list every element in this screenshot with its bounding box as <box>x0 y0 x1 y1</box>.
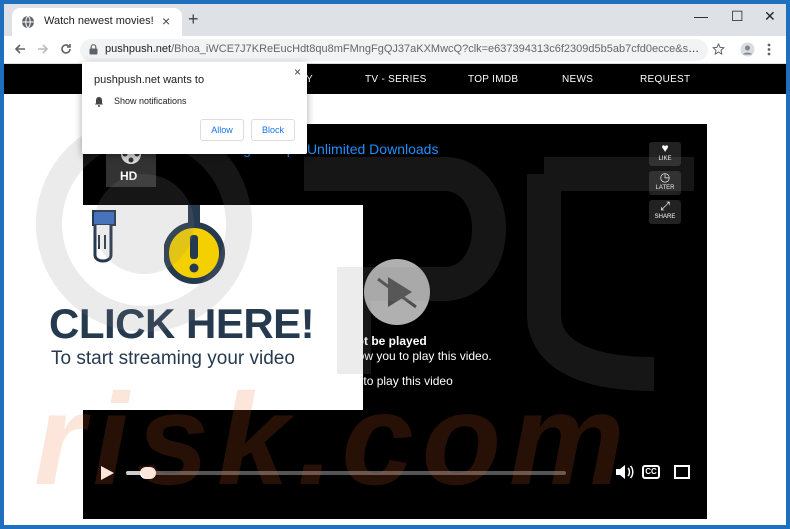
later-label: LATER <box>655 185 675 191</box>
menu-dots-icon[interactable] <box>767 43 771 56</box>
nav-item-top-imdb[interactable]: TOP IMDB <box>468 74 518 85</box>
maximize-icon[interactable]: ☐ <box>731 8 744 25</box>
tab-strip: Watch newest movies! × + — ☐ ✕ <box>4 4 786 36</box>
minimize-icon[interactable]: — <box>694 8 708 24</box>
like-button[interactable]: ♥ LIKE <box>649 142 681 166</box>
heart-icon: ♥ <box>661 141 669 155</box>
browser-toolbar: pushpush.net/Bhoa_iWCE7J7KReEucHdt8qu8mF… <box>4 36 786 64</box>
notification-permission-popup: pushpush.net wants to × Show notificatio… <box>82 62 307 154</box>
play-disabled-icon <box>377 277 417 309</box>
click-here-subline[interactable]: To start streaming your video <box>51 348 295 370</box>
upward-arrow-icon <box>164 205 225 284</box>
forward-arrow-icon[interactable] <box>37 43 49 55</box>
address-bar[interactable]: pushpush.net/Bhoa_iWCE7J7KReEucHdt8qu8mF… <box>80 39 708 61</box>
block-button[interactable]: Block <box>251 119 295 141</box>
new-tab-icon[interactable]: + <box>188 9 199 30</box>
browser-window: Watch newest movies! × + — ☐ ✕ pushpush.… <box>4 4 786 525</box>
nav-item-tv-series[interactable]: TV - SERIES <box>365 74 427 85</box>
share-button[interactable]: ⤢ SHARE <box>649 200 681 224</box>
share-icon: ⤢ <box>660 199 670 213</box>
hd-label: HD <box>120 169 138 183</box>
volume-icon[interactable] <box>615 464 635 480</box>
notification-permission-label: Show notifications <box>114 96 187 106</box>
click-here-ad-overlay[interactable]: CLICK HERE! To start streaming your vide… <box>4 205 363 410</box>
url-domain: pushpush.net <box>105 43 172 55</box>
notification-heading: pushpush.net wants to <box>94 74 205 86</box>
star-icon[interactable] <box>712 43 725 56</box>
click-here-headline[interactable]: CLICK HERE! <box>49 300 315 348</box>
close-icon[interactable]: × <box>294 65 301 79</box>
play-icon[interactable] <box>98 464 116 482</box>
progress-knob[interactable] <box>139 467 156 479</box>
lock-icon[interactable] <box>89 44 98 55</box>
close-window-icon[interactable]: ✕ <box>764 8 776 25</box>
tab-close-icon[interactable]: × <box>162 13 170 29</box>
closed-captions-button[interactable]: CC <box>642 465 660 479</box>
url-text: pushpush.net/Bhoa_iWCE7J7KReEucHdt8qu8mF… <box>105 43 701 55</box>
allow-button[interactable]: Allow <box>200 119 244 141</box>
like-label: LIKE <box>658 156 672 162</box>
profile-icon[interactable] <box>740 42 755 57</box>
clock-icon: ◷ <box>659 170 671 184</box>
back-arrow-icon[interactable] <box>14 43 26 55</box>
tab-watch-newest-movies[interactable]: Watch newest movies! × <box>12 8 182 36</box>
globe-icon <box>22 15 34 29</box>
reload-icon[interactable] <box>60 43 72 55</box>
url-path: /Bhoa_iWCE7J7KReEucHdt8qu8mFMngFgQJ37aKX… <box>171 43 701 55</box>
progress-bar[interactable] <box>126 467 566 479</box>
bell-icon <box>95 97 103 107</box>
nav-item-partial[interactable]: Y <box>306 74 313 85</box>
tab-title: Watch newest movies! <box>44 15 154 27</box>
nav-item-news[interactable]: NEWS <box>562 74 593 85</box>
fullscreen-icon[interactable] <box>674 465 690 479</box>
nav-item-request[interactable]: REQUEST <box>640 74 690 85</box>
share-label: SHARE <box>654 214 676 220</box>
watch-later-button[interactable]: ◷ LATER <box>649 171 681 195</box>
big-play-button[interactable] <box>364 259 430 325</box>
